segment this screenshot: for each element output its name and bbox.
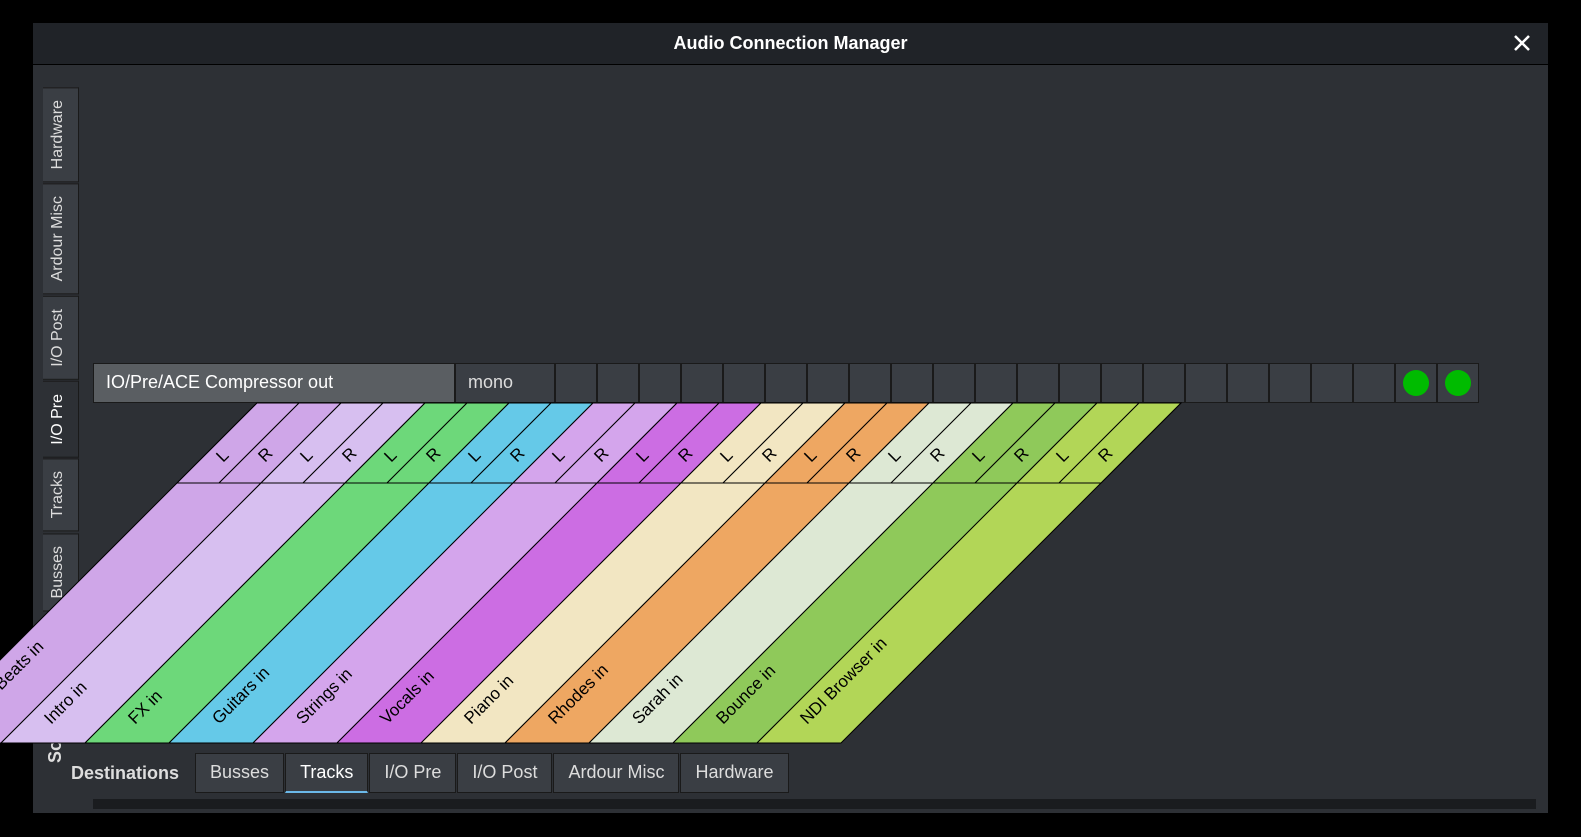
dest-tab-busses[interactable]: Busses (195, 753, 284, 793)
matrix-cell[interactable] (1017, 363, 1059, 403)
horizontal-scrollbar[interactable] (93, 799, 1536, 809)
matrix-cell[interactable] (1059, 363, 1101, 403)
source-channel[interactable]: mono (455, 363, 555, 403)
titlebar: Audio Connection Manager (33, 23, 1548, 65)
matrix-cell[interactable] (639, 363, 681, 403)
matrix-cell[interactable] (555, 363, 597, 403)
matrix-cell[interactable] (933, 363, 975, 403)
source-tab-ardour-misc[interactable]: Ardour Misc (43, 183, 79, 294)
matrix-cell[interactable] (1101, 363, 1143, 403)
dest-tab-hardware[interactable]: Hardware (680, 753, 788, 793)
source-tabs: HardwareArdour MiscI/O PostI/O PreTracks… (43, 87, 79, 612)
close-icon[interactable] (1510, 31, 1534, 55)
matrix-cell[interactable] (1437, 363, 1479, 403)
source-tab-tracks[interactable]: Tracks (43, 458, 79, 531)
matrix-cell[interactable] (849, 363, 891, 403)
dest-tab-tracks[interactable]: Tracks (285, 753, 368, 793)
matrix-cell[interactable] (807, 363, 849, 403)
matrix-cell[interactable] (1395, 363, 1437, 403)
matrix-cell[interactable] (1311, 363, 1353, 403)
matrix-cell[interactable] (1353, 363, 1395, 403)
matrix-cell[interactable] (1269, 363, 1311, 403)
source-row: IO/Pre/ACE Compressor out mono (93, 363, 555, 403)
source-tab-io-pre[interactable]: I/O Pre (43, 381, 79, 458)
matrix-cell[interactable] (597, 363, 639, 403)
matrix-cell[interactable] (891, 363, 933, 403)
dest-tab-io-pre[interactable]: I/O Pre (369, 753, 456, 793)
matrix-cell[interactable] (1143, 363, 1185, 403)
matrix-cell[interactable] (1185, 363, 1227, 403)
destination-tabs-row: Destinations BussesTracksI/O PreI/O Post… (71, 753, 789, 793)
matrix-cell[interactable] (681, 363, 723, 403)
matrix-cell[interactable] (975, 363, 1017, 403)
dest-tab-io-post[interactable]: I/O Post (457, 753, 552, 793)
matrix-cell[interactable] (765, 363, 807, 403)
matrix-cell[interactable] (723, 363, 765, 403)
connection-matrix-row (555, 363, 1479, 403)
destinations-axis-label: Destinations (71, 763, 179, 784)
audio-connection-manager-window: Audio Connection Manager HardwareArdour … (32, 22, 1549, 814)
dest-tab-ardour-misc[interactable]: Ardour Misc (553, 753, 679, 793)
source-tab-io-post[interactable]: I/O Post (43, 296, 79, 380)
destination-headers: Audio Beats inLRIntro inLRFX inLRGuitars… (257, 403, 1189, 743)
source-port-name[interactable]: IO/Pre/ACE Compressor out (93, 363, 455, 403)
window-title: Audio Connection Manager (674, 33, 908, 54)
matrix-cell[interactable] (1227, 363, 1269, 403)
destination-tabs: BussesTracksI/O PreI/O PostArdour MiscHa… (195, 753, 788, 793)
source-tab-hardware[interactable]: Hardware (43, 87, 79, 182)
content-area: HardwareArdour MiscI/O PostI/O PreTracks… (33, 65, 1548, 813)
